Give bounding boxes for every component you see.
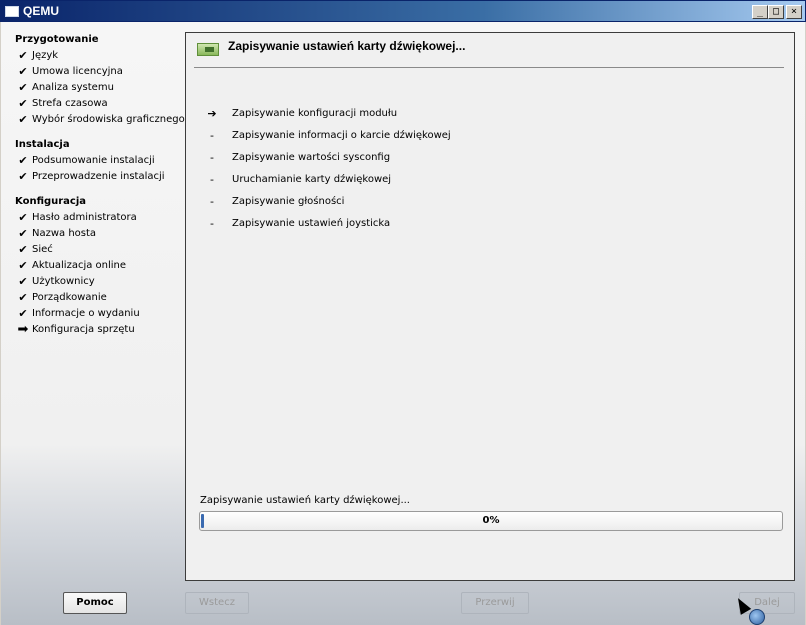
sidebar-step-label: Aktualizacja online	[32, 260, 127, 271]
sidebar-step-label: Użytkownicy	[32, 276, 95, 287]
task-label: Zapisywanie konfiguracji modułu	[232, 108, 398, 119]
pending-dash-icon: -	[210, 217, 214, 230]
sidebar-step-label: Konfiguracja sprzętu	[32, 324, 135, 335]
pending-dash-icon: -	[210, 173, 214, 186]
current-arrow-icon: ➡	[17, 322, 29, 337]
checkmark-icon: ✔	[18, 211, 28, 224]
window-title: QEMU	[23, 4, 59, 18]
sidebar-step: ✔ Analiza systemu	[15, 80, 185, 96]
sidebar-step-label: Język	[32, 50, 59, 61]
checkmark-icon: ✔	[18, 81, 28, 94]
close-button[interactable]: ×	[786, 5, 802, 19]
sidebar-step-label: Przeprowadzenie instalacji	[32, 171, 165, 182]
task-label: Zapisywanie ustawień joysticka	[232, 218, 391, 229]
sidebar-step: ✔ Sieć	[15, 242, 185, 258]
checkmark-icon: ✔	[18, 154, 28, 167]
sidebar-step: ➡ Konfiguracja sprzętu	[15, 322, 185, 338]
sidebar-section-title: Konfiguracja	[15, 196, 87, 207]
sidebar-step: ✔ Język	[15, 48, 185, 64]
sidebar-step-label: Wybór środowiska graficznego	[32, 114, 185, 125]
sidebar-step-label: Nazwa hosta	[32, 228, 97, 239]
page-title: Zapisywanie ustawień karty dźwiękowej...	[228, 39, 466, 53]
active-arrow-icon: ➔	[207, 107, 217, 120]
sidebar-step-label: Hasło administratora	[32, 212, 137, 223]
sidebar-step-label: Podsumowanie instalacji	[32, 155, 155, 166]
checkmark-icon: ✔	[18, 170, 28, 183]
checkmark-icon: ✔	[18, 97, 28, 110]
sidebar-step-label: Informacje o wydaniu	[32, 308, 140, 319]
checkmark-icon: ✔	[18, 49, 28, 62]
maximize-button[interactable]: □	[768, 5, 784, 19]
steps-sidebar: Przygotowanie ✔ Język ✔ Umowa licencyjna ✔ Ana…	[15, 32, 185, 338]
sidebar-step-label: Sieć	[32, 244, 53, 255]
window-titlebar[interactable]: QEMU _ □ ×	[0, 0, 806, 22]
main-panel: Zapisywanie ustawień karty dźwiękowej...…	[185, 32, 795, 581]
sidebar-step: ✔ Przeprowadzenie instalacji	[15, 169, 185, 185]
help-button[interactable]: Pomoc	[63, 592, 127, 614]
sidebar-step: ✔ Wybór środowiska graficznego	[15, 112, 185, 128]
sidebar-step-label: Analiza systemu	[32, 82, 114, 93]
abort-button[interactable]: Przerwij	[461, 592, 529, 614]
task-label: Zapisywanie głośności	[232, 196, 345, 207]
task-label: Zapisywanie informacji o karcie dźwiękow…	[232, 130, 451, 141]
checkmark-icon: ✔	[18, 227, 28, 240]
sidebar-section-title: Przygotowanie	[15, 34, 99, 45]
checkmark-icon: ✔	[18, 291, 28, 304]
task-label: Zapisywanie wartości sysconfig	[232, 152, 391, 163]
progress-label: Zapisywanie ustawień karty dźwiękowej...	[200, 495, 410, 506]
back-button[interactable]: Wstecz	[185, 592, 249, 614]
checkmark-icon: ✔	[18, 259, 28, 272]
progress-bar: 0%	[199, 511, 783, 531]
sidebar-step: ✔ Użytkownicy	[15, 274, 185, 290]
checkmark-icon: ✔	[18, 65, 28, 78]
sidebar-step-label: Strefa czasowa	[32, 98, 108, 109]
sidebar-step: ✔ Aktualizacja online	[15, 258, 185, 274]
sidebar-step-label: Porządkowanie	[32, 292, 107, 303]
sidebar-step: ✔ Umowa licencyjna	[15, 64, 185, 80]
qemu-window-icon	[5, 6, 19, 17]
checkmark-icon: ✔	[18, 307, 28, 320]
minimize-button[interactable]: _	[752, 5, 768, 19]
sound-card-icon	[197, 43, 219, 56]
pending-dash-icon: -	[210, 151, 214, 164]
installer-client-area: Przygotowanie ✔ Język ✔ Umowa licencyjna ✔ Ana…	[1, 22, 805, 625]
pending-dash-icon: -	[210, 195, 214, 208]
busy-indicator-icon	[749, 609, 765, 625]
sidebar-section-title: Instalacja	[15, 139, 70, 150]
checkmark-icon: ✔	[18, 243, 28, 256]
task-label: Uruchamianie karty dźwiękowej	[232, 174, 392, 185]
sidebar-step-label: Umowa licencyjna	[32, 66, 123, 77]
sidebar-step: ✔ Podsumowanie instalacji	[15, 153, 185, 169]
sidebar-step: ✔ Nazwa hosta	[15, 226, 185, 242]
header-divider	[194, 67, 784, 68]
sidebar-step: ✔ Strefa czasowa	[15, 96, 185, 112]
checkmark-icon: ✔	[18, 113, 28, 126]
progress-percent: 0%	[482, 515, 500, 526]
sidebar-step: ✔ Informacje o wydaniu	[15, 306, 185, 322]
pending-dash-icon: -	[210, 129, 214, 142]
sidebar-step: ✔ Hasło administratora	[15, 210, 185, 226]
checkmark-icon: ✔	[18, 275, 28, 288]
sidebar-step: ✔ Porządkowanie	[15, 290, 185, 306]
